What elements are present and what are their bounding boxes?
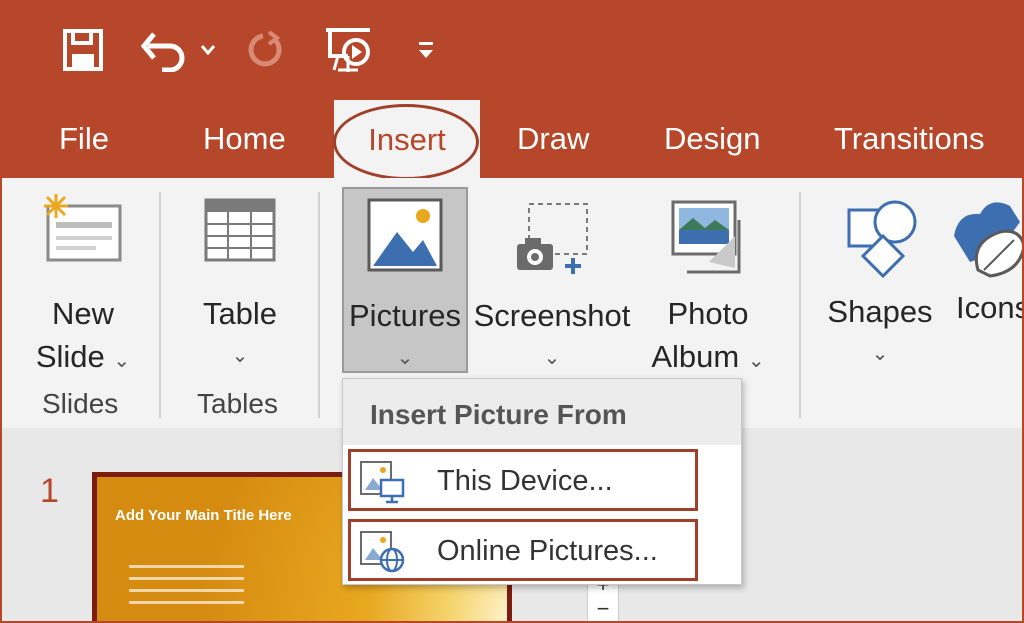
shapes-label: Shapes [827,294,933,329]
powerpoint-window: File Home Insert Draw Design Transitions… [0,0,1024,623]
screenshot-icon [517,203,588,274]
group-label-slides: Slides [42,388,119,419]
pictures-icon [367,198,443,272]
screenshot-label: Screenshot [473,298,631,333]
slide-number: 1 [40,472,59,510]
customize-qat-icon[interactable] [416,24,436,76]
photo-album-label-line2: Album ⌄ [651,339,765,374]
undo-dropdown-chevron-icon[interactable] [200,24,216,76]
shapes-icon [847,200,917,278]
ribbon-separator [159,192,161,418]
tab-home[interactable]: Home [203,110,286,168]
slide-thumbnail-text-line [129,565,244,568]
slide-thumbnail-text-line [129,589,244,592]
pictures-button[interactable]: Pictures ⌄ [342,192,468,380]
ribbon-separator [799,192,801,418]
icons-button[interactable]: Icons [950,192,1024,329]
icons-label: Icons [956,290,1024,325]
slide-thumbnail-text-line [129,577,244,580]
tab-transitions[interactable]: Transitions [834,110,984,168]
photo-album-label-line1: Photo [667,296,749,331]
table-label: Table [202,296,278,331]
table-button[interactable]: Table ⌄ [185,192,295,378]
tab-insert[interactable]: Insert [334,100,480,178]
chevron-down-icon: ⌄ [396,347,414,369]
new-slide-label-line2: Slide ⌄ [35,339,131,374]
redo-icon [247,24,287,76]
online-pictures-icon [360,531,405,573]
menu-item-online-pictures-label: Online Pictures... [437,535,658,567]
menu-item-this-device[interactable]: This Device... [348,449,698,511]
menu-item-this-device-label: This Device... [437,465,613,497]
tab-design[interactable]: Design [664,110,761,168]
screenshot-button[interactable]: Screenshot ⌄ [472,192,632,380]
undo-icon[interactable] [140,24,188,76]
menu-header: Insert Picture From [343,379,741,445]
tab-file[interactable]: File [59,110,109,168]
chevron-down-icon: ⌄ [231,345,249,367]
new-slide-button[interactable]: New Slide ⌄ [24,192,142,383]
chevron-down-icon: ⌄ [543,347,561,369]
ribbon-separator [318,192,320,418]
photo-album-icon [671,200,741,274]
tab-draw[interactable]: Draw [517,110,589,168]
shapes-button[interactable]: Shapes ⌄ [820,192,940,376]
menu-item-online-pictures[interactable]: Online Pictures... [348,519,698,581]
save-icon[interactable] [62,24,104,76]
chevron-down-icon: ⌄ [871,343,889,365]
new-slide-label-line1: New [51,296,114,331]
icons-icon [954,202,1022,278]
slide-thumbnail-text-line [129,601,244,604]
pictures-label: Pictures [349,298,461,333]
group-label-tables: Tables [197,388,278,419]
insert-picture-menu: Insert Picture From This Device... Onlin… [342,378,742,585]
present-from-start-icon[interactable] [324,24,374,76]
this-device-icon [360,461,405,504]
table-icon [204,198,276,262]
photo-album-button[interactable]: Photo Album ⌄ [638,192,778,383]
zoom-out-icon[interactable]: − [588,597,618,621]
slide-thumbnail-title: Add Your Main Title Here [115,507,292,524]
new-slide-icon [44,194,122,262]
